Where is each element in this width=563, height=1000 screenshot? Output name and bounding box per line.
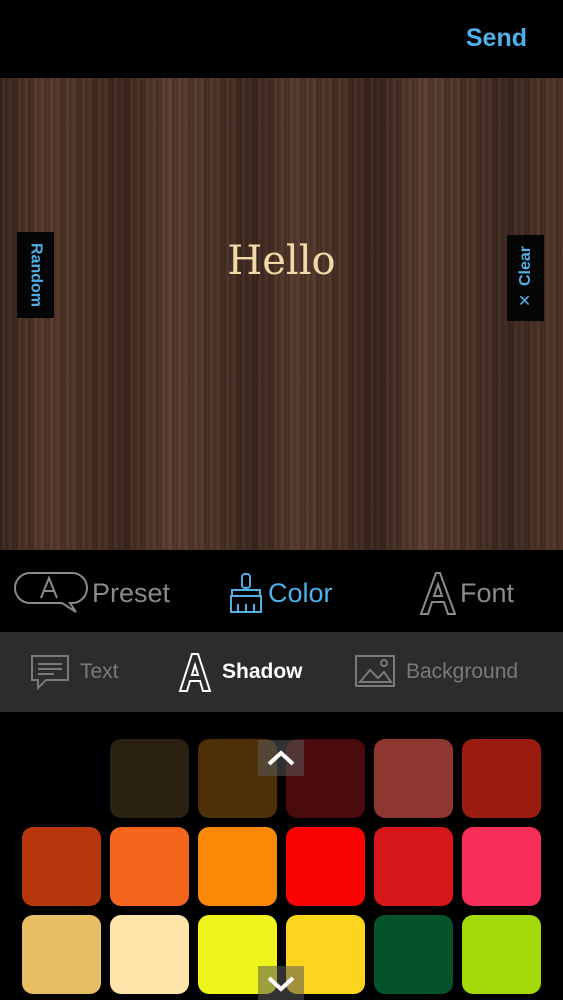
tab-font-label: Font [460, 577, 515, 608]
tab-color-label: Color [268, 577, 333, 608]
tab-background[interactable]: Background [354, 650, 518, 694]
color-swatch[interactable] [462, 739, 541, 818]
tab-font[interactable]: Font [418, 570, 514, 616]
tab-background-label: Background [406, 660, 519, 683]
random-label: Random [27, 243, 45, 307]
color-swatch[interactable] [462, 827, 541, 906]
tab-text-label: Text [80, 660, 119, 683]
color-swatch[interactable] [462, 915, 541, 994]
canvas-text[interactable]: Hello [0, 238, 563, 284]
tab-color[interactable]: Color [226, 570, 333, 616]
color-swatch[interactable] [198, 827, 277, 906]
color-swatch[interactable] [110, 827, 189, 906]
font-a-icon [419, 572, 457, 615]
outline-a-icon [178, 653, 212, 692]
color-swatch[interactable] [22, 915, 101, 994]
clear-button[interactable]: ✕ Clear [507, 235, 544, 321]
chevron-up-icon [267, 750, 295, 766]
color-swatch[interactable] [374, 827, 453, 906]
tab-preset[interactable]: Preset [14, 570, 170, 616]
speech-bubble-icon [31, 655, 69, 690]
tab-preset-label: Preset [92, 577, 171, 608]
color-swatch[interactable] [110, 915, 189, 994]
color-swatch[interactable] [374, 739, 453, 818]
preset-bubble-icon [14, 572, 88, 613]
clear-label: ✕ Clear [517, 246, 534, 310]
color-swatch[interactable] [22, 827, 101, 906]
image-icon [355, 655, 395, 687]
sub-tab-bar: Text Shadow Background [0, 632, 563, 712]
main-tab-bar: Preset Color Font [0, 550, 563, 632]
color-swatch[interactable] [110, 739, 189, 818]
tab-shadow[interactable]: Shadow [178, 650, 303, 694]
tab-text[interactable]: Text [30, 650, 119, 694]
random-button[interactable]: Random [17, 232, 54, 318]
message-canvas[interactable]: Hello Random ✕ Clear [0, 78, 563, 550]
scroll-up-button[interactable] [258, 740, 304, 776]
chevron-down-icon [267, 976, 295, 992]
scroll-down-button[interactable] [258, 966, 304, 1000]
color-swatch[interactable] [374, 915, 453, 994]
brush-icon [230, 573, 262, 613]
tab-shadow-label: Shadow [222, 660, 303, 683]
send-button[interactable]: Send [466, 24, 527, 53]
top-bar: Send [0, 0, 563, 78]
color-swatch[interactable] [286, 827, 365, 906]
